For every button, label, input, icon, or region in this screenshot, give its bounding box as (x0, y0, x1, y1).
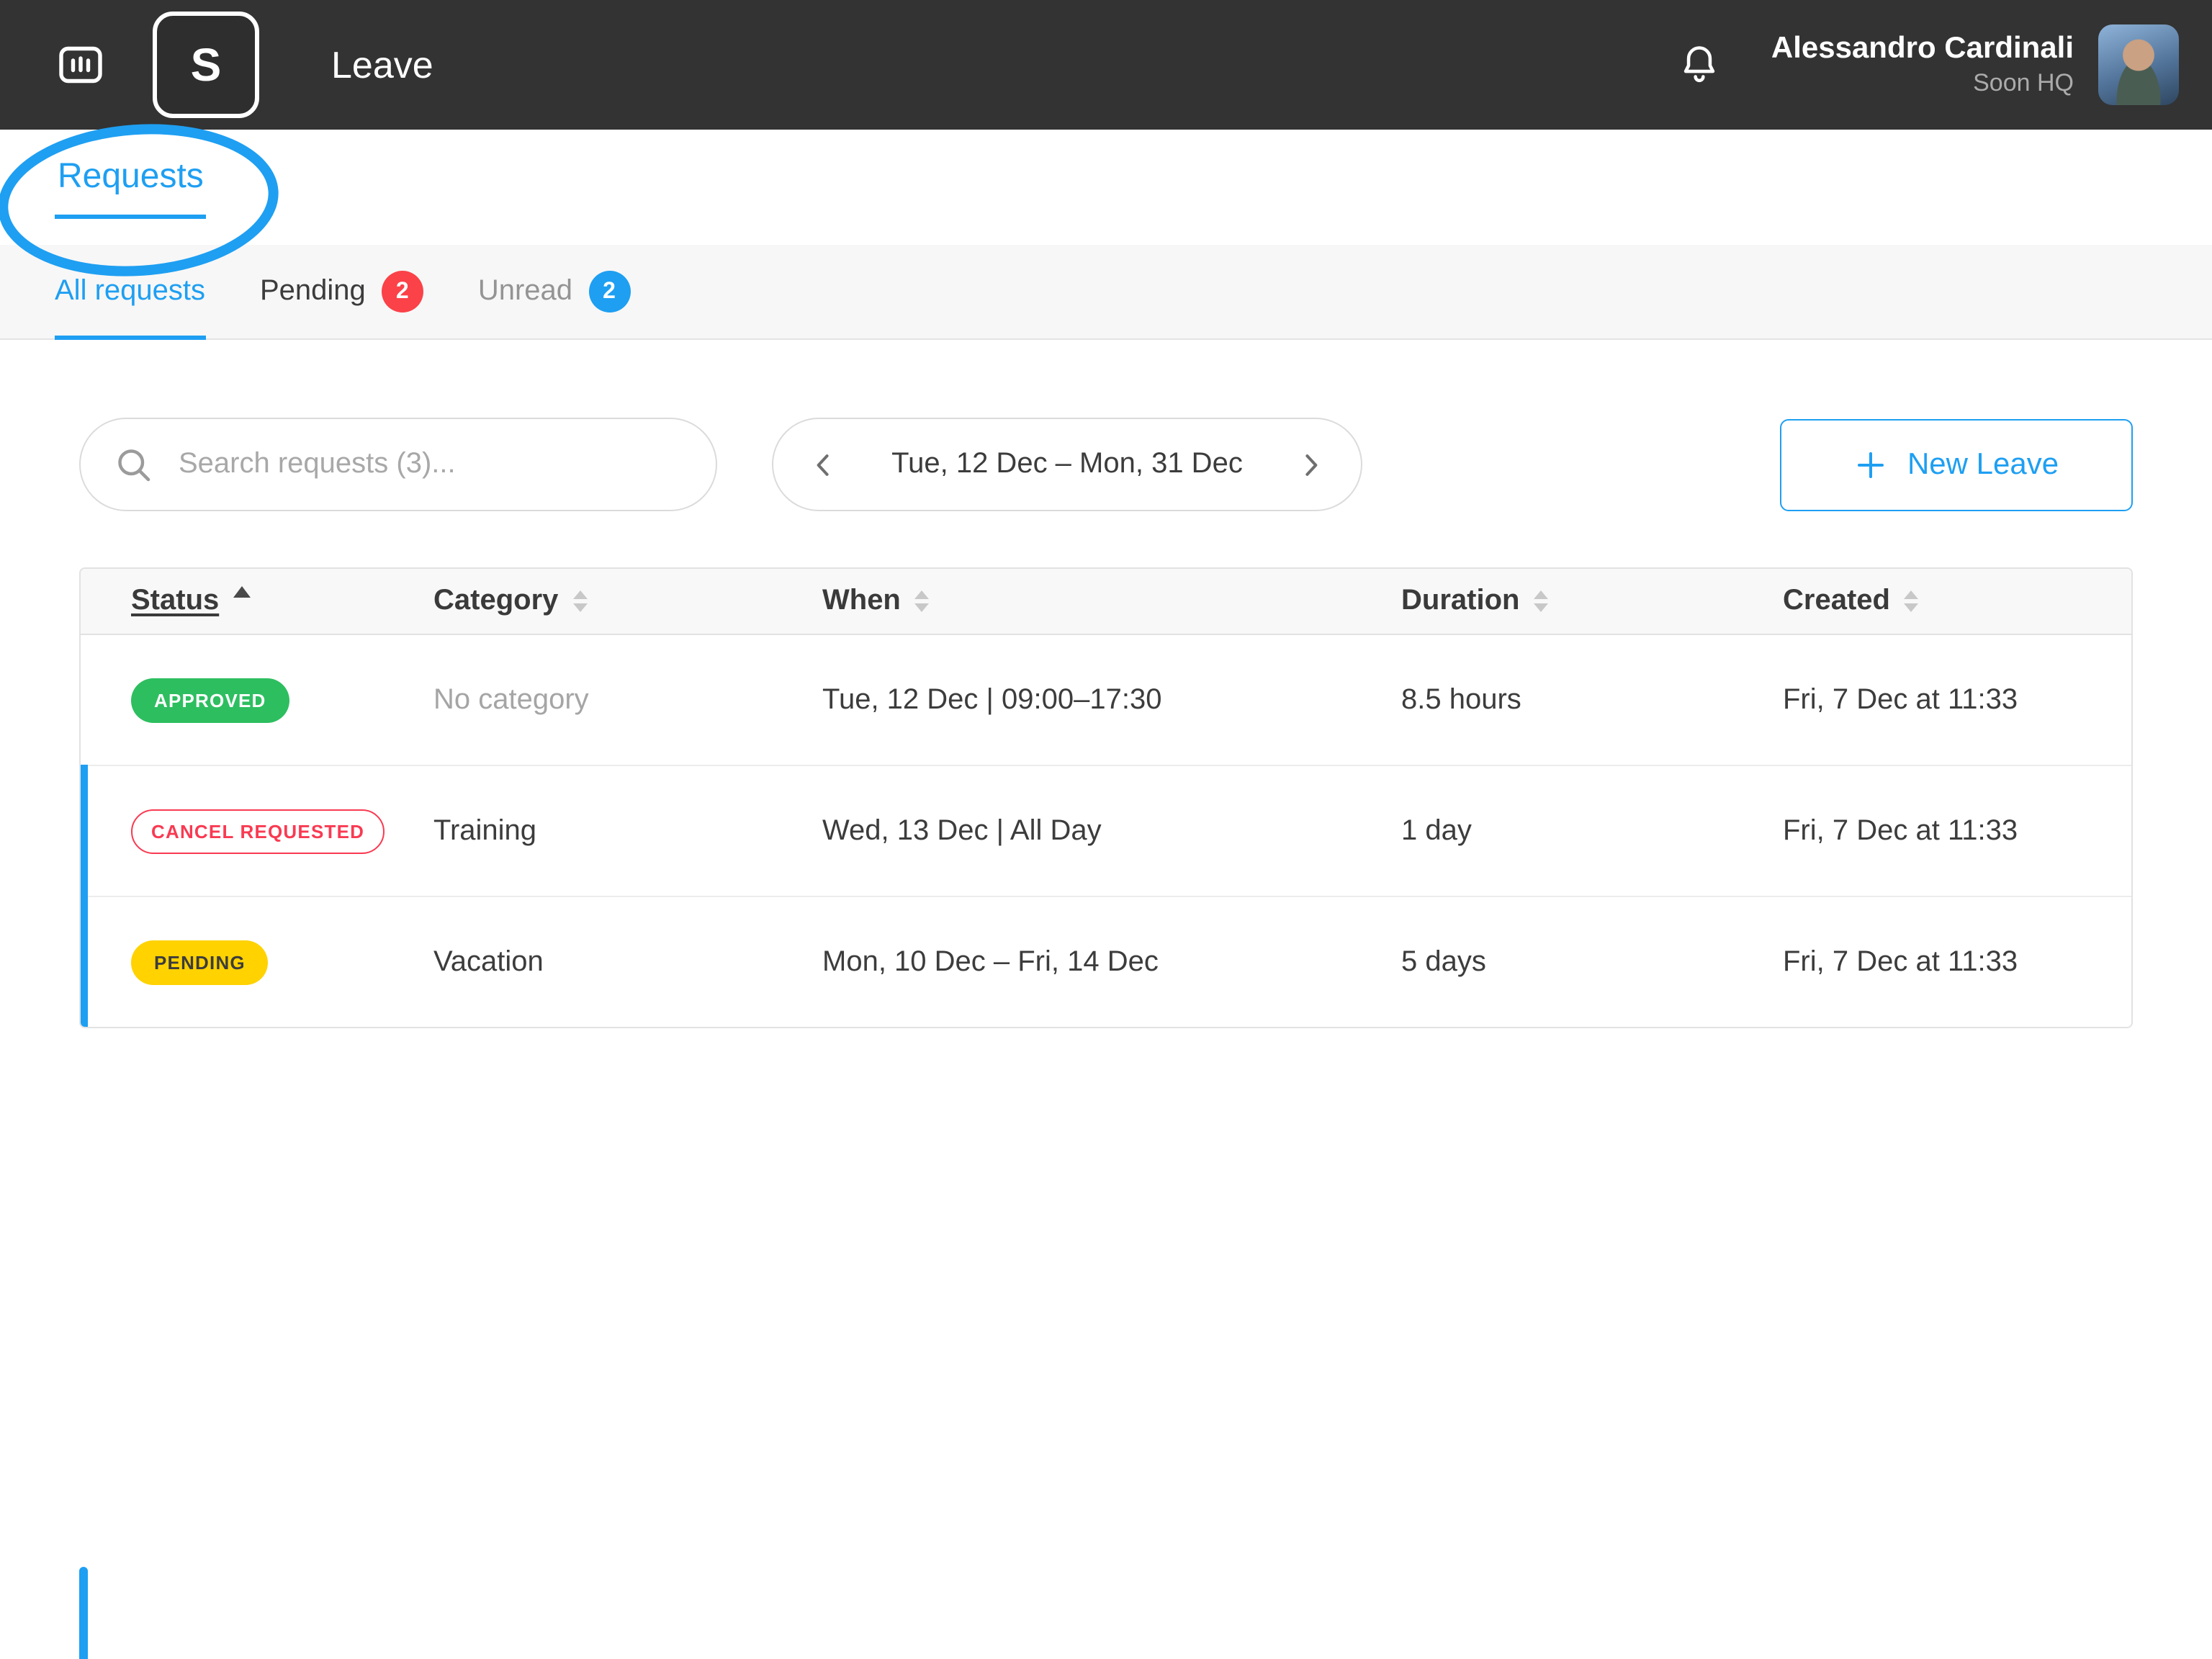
status-cell: CANCEL REQUESTED (131, 809, 433, 853)
table-row[interactable]: PENDING Vacation Mon, 10 Dec – Fri, 14 D… (81, 896, 2131, 1027)
user-name: Alessandro Cardinali (1771, 30, 2074, 68)
tab-pending-label: Pending (260, 275, 366, 308)
column-header-duration[interactable]: Duration (1401, 585, 1783, 618)
category-cell: Training (433, 814, 822, 848)
duration-cell: 1 day (1401, 814, 1783, 848)
search-icon (112, 443, 156, 486)
status-cell: APPROVED (131, 678, 433, 722)
main-content: Tue, 12 Dec – Mon, 31 Dec New Leave (0, 340, 2212, 1028)
column-header-created[interactable]: Created (1783, 585, 2131, 618)
avatar[interactable] (2098, 24, 2179, 105)
table-row[interactable]: APPROVED No category Tue, 12 Dec | 09:00… (81, 635, 2131, 765)
topbar: S Leave Alessandro Cardinali Soon HQ (0, 0, 2212, 130)
column-header-status-label: Status (131, 585, 219, 618)
when-cell: Wed, 13 Dec | All Day (822, 814, 1401, 848)
when-cell: Mon, 10 Dec – Fri, 14 Dec (822, 945, 1401, 979)
plus-icon (1854, 447, 1889, 482)
duration-cell: 8.5 hours (1401, 683, 1783, 716)
pending-count-badge: 2 (382, 271, 423, 313)
search-input[interactable] (176, 446, 657, 482)
column-header-created-label: Created (1783, 585, 1890, 618)
prev-period-button[interactable] (802, 443, 845, 486)
toolbar: Tue, 12 Dec – Mon, 31 Dec New Leave (79, 418, 2133, 511)
new-leave-label: New Leave (1907, 447, 2059, 482)
chevron-left-icon (808, 449, 840, 480)
date-range-picker: Tue, 12 Dec – Mon, 31 Dec (772, 418, 1362, 511)
sidebar-toggle-icon (55, 39, 107, 91)
sort-icons (572, 590, 587, 612)
chevron-right-icon (1295, 449, 1326, 480)
status-badge-pending: PENDING (131, 940, 269, 984)
app-logo-letter: S (191, 38, 222, 91)
user-menu[interactable]: Alessandro Cardinali Soon HQ (1771, 30, 2074, 100)
unread-count-badge: 2 (588, 271, 630, 313)
tab-bar: All requests Pending 2 Unread 2 (0, 245, 2212, 340)
column-header-status[interactable]: Status (131, 585, 433, 618)
category-cell: No category (433, 683, 822, 716)
status-cell: PENDING (131, 940, 433, 984)
status-badge-cancel-requested: CANCEL REQUESTED (131, 809, 385, 853)
category-cell: Vacation (433, 945, 822, 979)
column-header-when[interactable]: When (822, 585, 1401, 618)
date-range-label: Tue, 12 Dec – Mon, 31 Dec (891, 448, 1243, 481)
column-header-when-label: When (822, 585, 901, 618)
user-org: Soon HQ (1771, 68, 2074, 99)
when-cell: Tue, 12 Dec | 09:00–17:30 (822, 683, 1401, 716)
column-header-category[interactable]: Category (433, 585, 822, 618)
created-cell: Fri, 7 Dec at 11:33 (1783, 814, 2131, 848)
search-box (79, 418, 717, 511)
requests-table: Status Category When Duration Created (79, 567, 2133, 1028)
status-badge-approved: APPROVED (131, 678, 289, 722)
next-period-button[interactable] (1289, 443, 1332, 486)
app-root: S Leave Alessandro Cardinali Soon HQ Req… (0, 0, 2212, 1659)
tab-all-requests-label: All requests (55, 275, 205, 308)
subnav: Requests (0, 130, 2212, 245)
created-cell: Fri, 7 Dec at 11:33 (1783, 945, 2131, 979)
sort-icons (915, 590, 930, 612)
column-header-duration-label: Duration (1401, 585, 1519, 618)
tab-unread[interactable]: Unread 2 (478, 245, 630, 338)
annotation-stroke (79, 1567, 88, 1659)
tab-unread-label: Unread (478, 275, 572, 308)
page-title: Leave (331, 42, 433, 87)
tab-all-requests[interactable]: All requests (55, 245, 205, 338)
app-logo[interactable]: S (153, 12, 259, 118)
sort-icons (1534, 590, 1548, 612)
created-cell: Fri, 7 Dec at 11:33 (1783, 683, 2131, 716)
table-row[interactable]: CANCEL REQUESTED Training Wed, 13 Dec | … (81, 765, 2131, 896)
tab-pending[interactable]: Pending 2 (260, 245, 423, 338)
nav-requests-link[interactable]: Requests (55, 156, 207, 218)
bell-icon (1676, 42, 1722, 88)
topbar-right: Alessandro Cardinali Soon HQ (1676, 24, 2179, 105)
notifications-button[interactable] (1676, 42, 1722, 88)
new-leave-button[interactable]: New Leave (1780, 418, 2133, 511)
sidebar-toggle-button[interactable] (49, 33, 112, 96)
sort-ascending-icon (233, 585, 251, 597)
table-header-row: Status Category When Duration Created (81, 569, 2131, 635)
sort-icons (1905, 590, 1919, 612)
column-header-category-label: Category (433, 585, 558, 618)
duration-cell: 5 days (1401, 945, 1783, 979)
